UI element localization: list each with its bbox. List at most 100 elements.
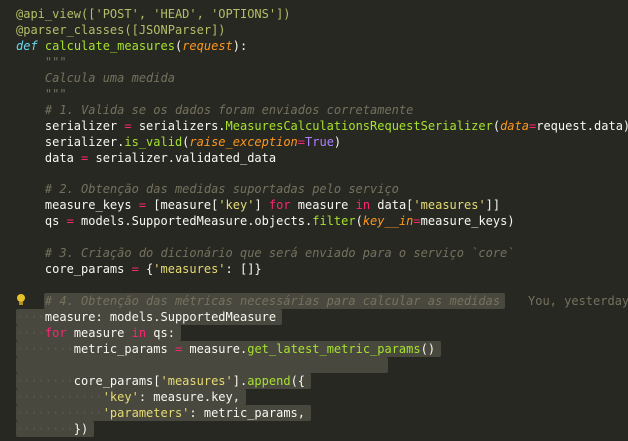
code-line-text: Calcula uma medida (16, 70, 175, 86)
code-token: { (138, 262, 154, 277)
code-token: # 3. Criação do dicionário que será envi… (16, 246, 515, 261)
code-token: qs (16, 214, 67, 229)
code-line-text: qs = models.SupportedMeasure.objects.fil… (16, 213, 515, 229)
code-line-text: serializer = serializers.MeasuresCalcula… (16, 118, 628, 134)
code-line[interactable]: ····for measure in qs: (0, 325, 628, 341)
code-line[interactable]: ········metric_params = measure.get_late… (0, 340, 628, 357)
code-line[interactable]: ············'parameters': metric_params, (0, 404, 628, 421)
code-token: core_params (16, 262, 132, 277)
code-line-text: ········core_params['measures'].append({ (16, 373, 305, 389)
code-token: in (131, 326, 147, 340)
code-token: 'key' (218, 198, 255, 213)
code-token: = (297, 134, 306, 149)
code-token: ({ (290, 373, 306, 388)
code-token: get_latest_metric_params (247, 341, 421, 356)
code-token: Calcula uma medida (16, 70, 175, 85)
code-line[interactable] (0, 229, 628, 245)
code-line[interactable] (0, 356, 628, 373)
code-token: is_valid (124, 134, 183, 149)
code-line[interactable]: measure_keys = [measure['key'] for measu… (0, 197, 628, 213)
code-token: measure (290, 198, 356, 213)
code-token: measure (44, 310, 96, 325)
code-line[interactable]: @parser_classes([JSONParser]) (0, 22, 628, 38)
code-token: : measure.key, (138, 389, 240, 404)
code-token: measure. (182, 341, 248, 356)
code-line[interactable]: ········}) (0, 420, 628, 437)
code-line[interactable] (0, 277, 628, 293)
code-token: serializer (16, 118, 125, 133)
code-token: ) (333, 134, 342, 149)
code-line[interactable]: # 4. Obtenção das métricas necessárias p… (0, 293, 628, 310)
code-token: metric_params (73, 341, 175, 356)
code-line[interactable]: # 1. Valida se os dados foram enviados c… (0, 102, 628, 118)
code-line-text: # 4. Obtenção das métricas necessárias p… (16, 293, 500, 309)
code-token: 'key' (102, 389, 139, 404)
code-line-text: data = serializer.validated_data (16, 150, 276, 166)
code-line[interactable]: # 3. Criação do dicionário que será envi… (0, 245, 628, 261)
code-line[interactable]: @api_view(['POST', 'HEAD', 'OPTIONS']) (0, 6, 628, 22)
code-line-text: ········}) (16, 421, 88, 437)
code-token: core_params[ (73, 373, 161, 388)
code-line[interactable]: qs = models.SupportedMeasure.objects.fil… (0, 213, 628, 229)
code-token: @parser_classes([JSONParser]) (16, 22, 226, 37)
code-token: # 4. Obtenção das métricas necessárias p… (16, 294, 501, 309)
code-line-text: """ (16, 86, 67, 102)
code-line-text: @api_view(['POST', 'HEAD', 'OPTIONS']) (16, 6, 291, 22)
code-line-text: ············'parameters': metric_params, (16, 405, 305, 421)
code-token: ]. (232, 373, 248, 388)
code-token: # 2. Obtenção das medidas suportadas pel… (16, 182, 399, 197)
code-token: key__in (362, 214, 414, 229)
code-line[interactable]: ············'key': measure.key, (0, 388, 628, 405)
code-line[interactable]: """ (0, 54, 628, 70)
code-token: ] (254, 198, 269, 213)
code-line[interactable]: # 2. Obtenção das medidas suportadas pel… (0, 181, 628, 197)
code-line[interactable]: ········core_params['measures'].append({ (0, 372, 628, 389)
code-line-text: ········metric_params = measure.get_late… (16, 341, 435, 357)
code-line-text: @parser_classes([JSONParser]) (16, 22, 226, 38)
code-token: """ (16, 54, 67, 69)
code-line-text: measure_keys = [measure['key'] for measu… (16, 197, 500, 213)
code-token: ········ (16, 421, 74, 436)
code-token: data (500, 118, 529, 133)
code-editor[interactable]: @api_view(['POST', 'HEAD', 'OPTIONS']) @p… (0, 0, 628, 441)
code-line-text: """ (16, 54, 67, 70)
code-line[interactable]: """ (0, 86, 628, 102)
code-line[interactable]: ····measure: models.SupportedMeasure (0, 309, 628, 326)
code-line[interactable] (0, 166, 628, 182)
code-token: calculate_measures (44, 38, 175, 53)
code-token: serializer. (16, 134, 125, 149)
code-token: measure (66, 326, 132, 340)
code-token: data[ (370, 198, 414, 213)
selection-highlight (16, 356, 388, 373)
code-line-text: # 1. Valida se os dados foram enviados c… (16, 102, 413, 118)
code-token: qs: (146, 326, 175, 340)
code-line[interactable]: core_params = {'measures': []} (0, 261, 628, 277)
code-token: serializers. (131, 118, 226, 133)
code-line-text: # 3. Criação do dicionário que será envi… (16, 245, 515, 261)
code-token: request.data) (536, 118, 628, 133)
code-line[interactable]: data = serializer.validated_data (0, 150, 628, 166)
code-line-text: core_params = {'measures': []} (16, 261, 262, 277)
code-line[interactable]: def calculate_measures(request): (0, 38, 628, 54)
code-token: ········ (16, 341, 74, 356)
code-token: ···· (16, 326, 45, 340)
code-line-text: def calculate_measures(request): (16, 38, 247, 54)
code-token: for (268, 198, 291, 213)
code-token: def (16, 38, 38, 53)
code-token: request (182, 38, 233, 53)
code-token: ············ (16, 405, 103, 420)
code-token: serializer.validated_data (88, 150, 277, 165)
code-token: 'measures' (160, 373, 233, 388)
code-line[interactable]: serializer = serializers.MeasuresCalcula… (0, 118, 628, 134)
code-token: : models.SupportedMeasure (95, 310, 277, 325)
code-token: ( (355, 214, 363, 229)
code-token: [measure[ (146, 198, 219, 213)
code-line[interactable]: Calcula uma medida (0, 70, 628, 86)
code-line-text: # 2. Obtenção das medidas suportadas pel… (16, 181, 399, 197)
code-token: ········ (16, 373, 74, 388)
code-token: : metric_params, (189, 405, 305, 420)
code-token: ···· (16, 310, 45, 325)
code-token: ············ (16, 389, 103, 404)
code-token: """ (16, 86, 67, 101)
code-line[interactable]: serializer.is_valid(raise_exception=True… (0, 134, 628, 150)
